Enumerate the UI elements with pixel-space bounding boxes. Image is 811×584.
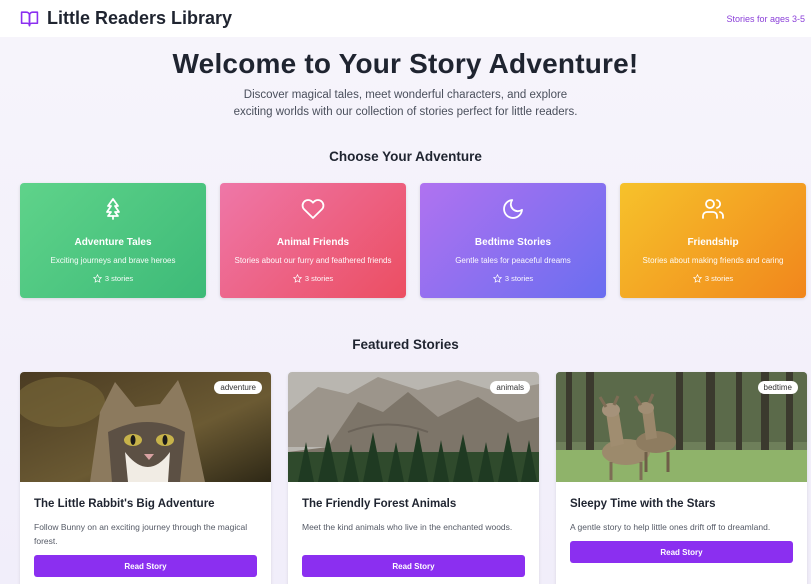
category-count: 3 stories bbox=[420, 274, 606, 283]
category-title: Animal Friends bbox=[276, 237, 350, 248]
site-title: Little Readers Library bbox=[47, 8, 233, 28]
moon-icon bbox=[501, 197, 525, 221]
category-card-bedtime[interactable]: Bedtime Stories Gentle tales for peacefu… bbox=[420, 183, 606, 298]
star-icon bbox=[92, 274, 102, 283]
heart-icon bbox=[301, 197, 325, 221]
page-title: Welcome to Your Story Adventure! bbox=[172, 48, 639, 79]
story-description: Meet the kind animals who live in the en… bbox=[302, 522, 513, 532]
category-tag: bedtime bbox=[757, 381, 798, 394]
star-icon bbox=[492, 274, 502, 283]
page-subtitle: Discover magical tales, meet wonderful c… bbox=[233, 89, 578, 118]
star-icon bbox=[692, 274, 702, 283]
age-range-label: Stories for ages 3-5 bbox=[726, 13, 805, 24]
book-icon bbox=[20, 9, 39, 28]
category-card-friendship[interactable]: Friendship Stories about making friends … bbox=[620, 183, 806, 298]
story-title: The Friendly Forest Animals bbox=[302, 498, 457, 510]
story-title: Sleepy Time with the Stars bbox=[570, 498, 716, 510]
users-icon bbox=[701, 197, 725, 221]
category-count: 3 stories bbox=[620, 274, 806, 283]
categories-heading: Choose Your Adventure bbox=[329, 149, 482, 164]
top-navbar: Little Readers Library Stories for ages … bbox=[0, 0, 811, 37]
category-count: 3 stories bbox=[20, 274, 206, 283]
category-card-animals[interactable]: Animal Friends Stories about our furry a… bbox=[220, 183, 406, 298]
category-description: Exciting journeys and brave heroes bbox=[50, 256, 176, 265]
story-card-forest[interactable]: animals The Friendly Forest Animals Meet… bbox=[288, 372, 539, 584]
story-title: The Little Rabbit's Big Adventure bbox=[34, 498, 215, 510]
category-title: Friendship bbox=[687, 237, 739, 248]
category-description: Stories about our furry and feathered fr… bbox=[234, 256, 392, 265]
category-card-adventure[interactable]: Adventure Tales Exciting journeys and br… bbox=[20, 183, 206, 298]
category-title: Bedtime Stories bbox=[474, 237, 552, 248]
star-icon bbox=[292, 274, 302, 283]
category-tag: adventure bbox=[214, 381, 262, 394]
category-title: Adventure Tales bbox=[74, 237, 152, 248]
read-story-button[interactable]: Read Story bbox=[302, 555, 525, 577]
read-story-button[interactable]: Read Story bbox=[34, 555, 257, 577]
tree-icon bbox=[101, 197, 125, 221]
brand[interactable]: Little Readers Library bbox=[20, 8, 232, 29]
category-tag: animals bbox=[490, 381, 530, 394]
category-description: Gentle tales for peaceful dreams bbox=[455, 256, 571, 265]
read-story-button[interactable]: Read Story bbox=[570, 541, 793, 563]
category-description: Stories about making friends and caring bbox=[642, 256, 784, 265]
story-card-stars[interactable]: bedtime Sleepy Time with the Stars A gen… bbox=[556, 372, 807, 584]
story-card-rabbit[interactable]: adventure The Little Rabbit's Big Advent… bbox=[20, 372, 271, 584]
story-description: A gentle story to help little ones drift… bbox=[570, 522, 771, 532]
featured-heading: Featured Stories bbox=[352, 337, 459, 352]
category-count: 3 stories bbox=[220, 274, 406, 283]
story-description: Follow Bunny on an exciting journey thro… bbox=[34, 522, 248, 546]
